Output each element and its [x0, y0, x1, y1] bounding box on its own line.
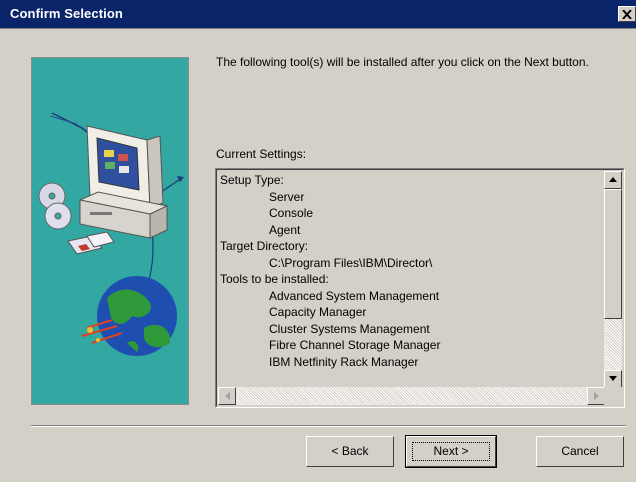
- current-settings-listbox[interactable]: Setup Type: Server Console Agent Target Dire…: [215, 168, 625, 408]
- next-button-label: Next >: [433, 444, 469, 458]
- settings-line: Tools to be installed:: [220, 272, 329, 286]
- computer-globe-icon: [38, 112, 184, 356]
- vertical-scroll-thumb[interactable]: [604, 189, 622, 319]
- back-button-label: < Back: [331, 444, 369, 458]
- settings-lines: Setup Type: Server Console Agent Target Dire…: [220, 172, 598, 384]
- settings-line: IBM Netfinity Rack Manager: [269, 354, 419, 369]
- next-button[interactable]: Next >: [405, 435, 497, 468]
- current-settings-label: Current Settings:: [216, 147, 307, 161]
- cancel-button[interactable]: Cancel: [536, 436, 624, 467]
- settings-line: Capacity Manager: [269, 305, 367, 319]
- settings-line: Fibre Channel Storage Manager: [269, 338, 441, 352]
- settings-line: Target Directory:: [220, 239, 309, 253]
- horizontal-scrollbar[interactable]: [218, 387, 605, 405]
- back-button[interactable]: < Back: [306, 436, 394, 467]
- settings-line: Server: [269, 189, 305, 204]
- vertical-scrollbar[interactable]: [604, 171, 622, 388]
- scroll-up-button[interactable]: [604, 171, 622, 189]
- settings-line: Cluster Systems Management: [269, 321, 430, 336]
- settings-line: C:\Program Files\IBM\Director\: [269, 255, 433, 270]
- arrow-up-icon: [609, 177, 617, 182]
- cancel-button-label: Cancel: [561, 444, 599, 458]
- scroll-left-button[interactable]: [218, 387, 236, 405]
- scroll-down-button[interactable]: [604, 370, 622, 388]
- install-message: The following tool(s) will be installed …: [216, 55, 589, 69]
- scroll-right-button[interactable]: [587, 387, 605, 405]
- close-icon: [622, 10, 632, 19]
- settings-line: Advanced System Management: [269, 288, 440, 303]
- arrow-right-icon: [594, 392, 599, 400]
- arrow-left-icon: [225, 392, 230, 400]
- settings-line: Agent: [269, 222, 301, 237]
- window-title: Confirm Selection: [10, 6, 123, 21]
- settings-line: Console: [269, 206, 314, 220]
- scrollbar-corner: [604, 387, 622, 405]
- title-bar: Confirm Selection: [0, 0, 636, 29]
- arrow-down-icon: [609, 376, 617, 381]
- divider: [31, 425, 626, 427]
- setup-illustration: [31, 57, 189, 405]
- close-button[interactable]: [618, 6, 636, 22]
- settings-line: Setup Type:: [220, 173, 284, 187]
